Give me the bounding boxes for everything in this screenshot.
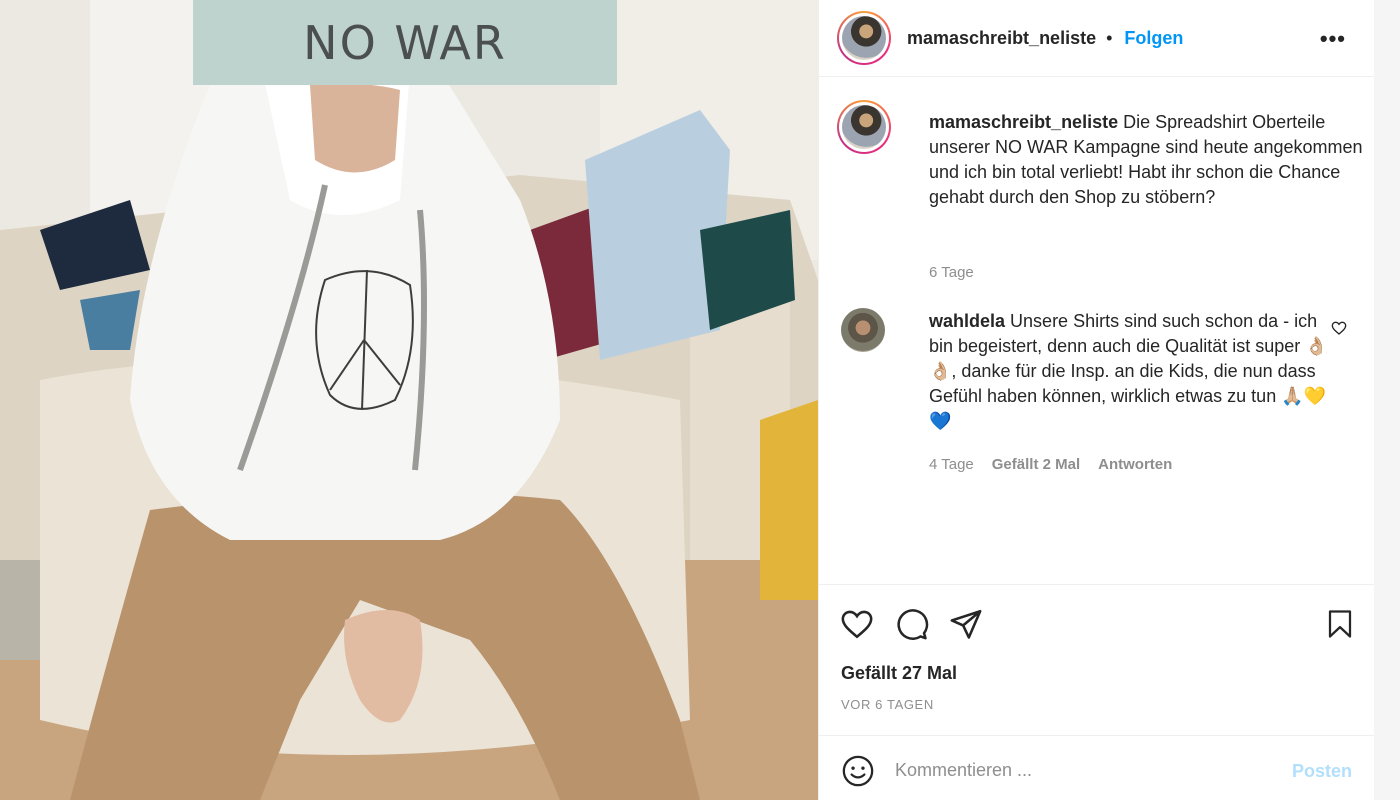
- comments-list[interactable]: mamaschreibt_neliste Die Spreadshirt Obe…: [819, 78, 1374, 583]
- separator-dot: •: [1106, 27, 1113, 48]
- caption-username[interactable]: mamaschreibt_neliste: [929, 112, 1118, 132]
- comment-input[interactable]: [895, 755, 1275, 785]
- commenter-avatar[interactable]: [841, 308, 885, 352]
- avatar-image: [842, 16, 886, 60]
- bookmark-icon[interactable]: [1325, 607, 1355, 641]
- avatar-image: [842, 105, 886, 149]
- photo-scene: [0, 0, 818, 800]
- heart-icon[interactable]: [839, 607, 875, 641]
- follow-button[interactable]: Folgen: [1124, 28, 1183, 49]
- no-war-banner: NO WAR: [193, 0, 617, 85]
- reply-button[interactable]: Antworten: [1098, 456, 1172, 473]
- post-header: mamaschreibt_neliste • Folgen •••: [819, 0, 1374, 77]
- add-comment-bar: Posten: [819, 737, 1374, 800]
- likes-count[interactable]: Gefällt 27 Mal: [841, 663, 957, 684]
- comment-text-block: wahldela Unsere Shirts sind such schon d…: [929, 309, 1339, 434]
- comment-icon[interactable]: [895, 607, 929, 641]
- share-icon[interactable]: [949, 607, 983, 641]
- comment-time: 4 Tage: [929, 456, 974, 473]
- post-side-panel: mamaschreibt_neliste • Folgen ••• mamasc…: [818, 0, 1374, 800]
- caption-time: 6 Tage: [929, 264, 974, 281]
- post-photo[interactable]: NO WAR: [0, 0, 818, 800]
- window-edge: [1374, 0, 1400, 800]
- author-username[interactable]: mamaschreibt_neliste: [907, 28, 1096, 49]
- comment-meta: 4 Tage Gefällt 2 Mal Antworten: [929, 456, 1172, 473]
- post-date: VOR 6 TAGEN: [841, 697, 934, 712]
- comment-username[interactable]: wahldela: [929, 311, 1005, 331]
- post-actions: Gefällt 27 Mal VOR 6 TAGEN: [819, 584, 1374, 736]
- comment-like-icon[interactable]: [1331, 320, 1347, 336]
- caption-text-block: mamaschreibt_neliste Die Spreadshirt Obe…: [929, 110, 1369, 210]
- more-options-icon[interactable]: •••: [1320, 26, 1346, 52]
- author-avatar[interactable]: [837, 11, 891, 65]
- emoji-icon[interactable]: [841, 754, 875, 788]
- comment-likes[interactable]: Gefällt 2 Mal: [992, 456, 1080, 473]
- post-comment-button[interactable]: Posten: [1292, 761, 1352, 782]
- banner-text: NO WAR: [303, 15, 507, 70]
- caption-avatar[interactable]: [837, 100, 891, 154]
